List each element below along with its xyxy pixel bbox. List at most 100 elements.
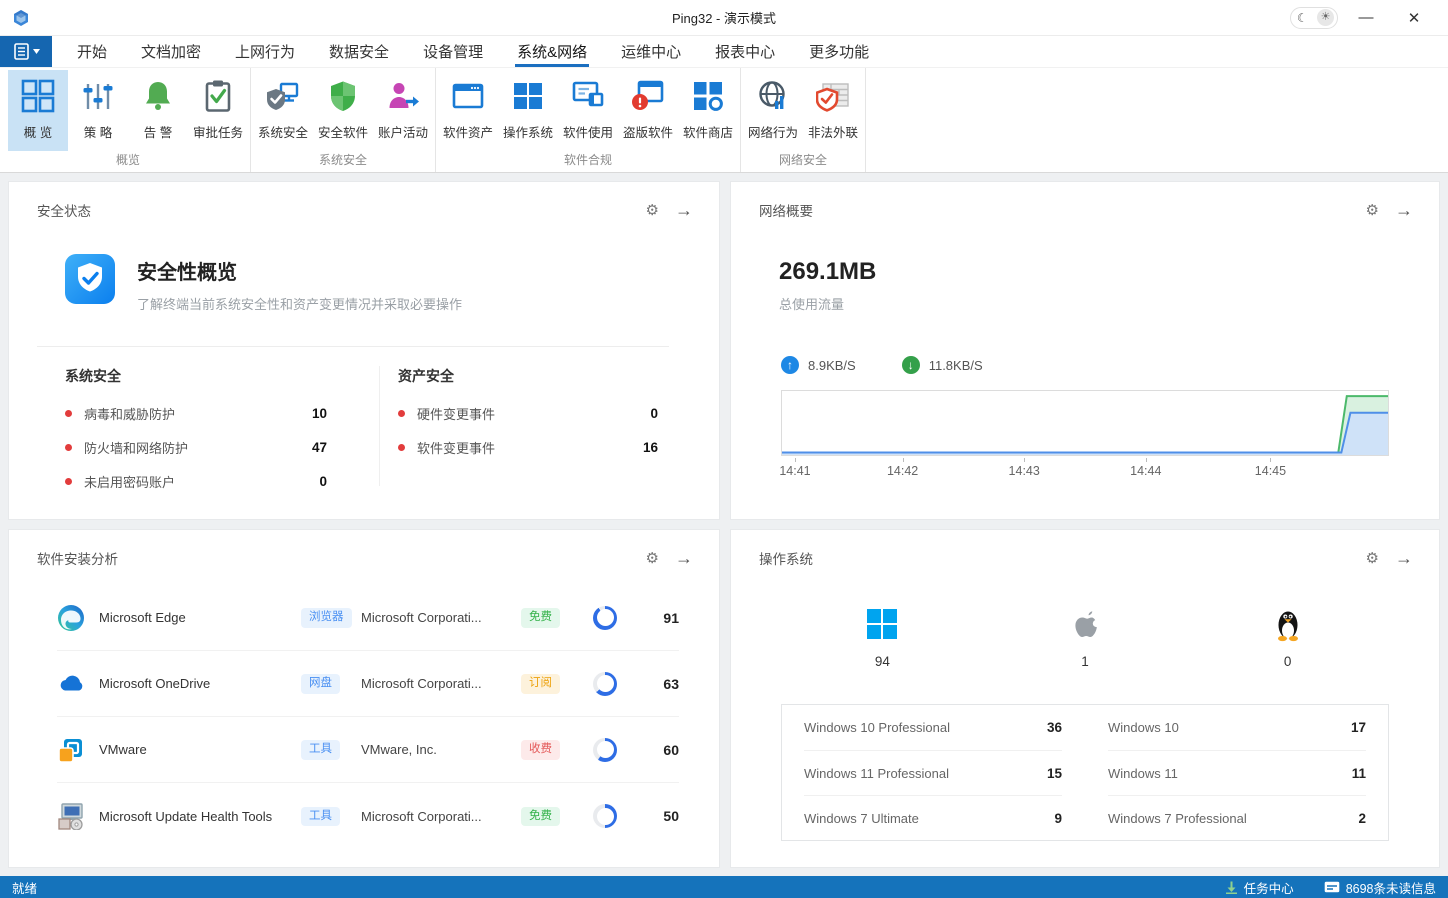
pirated-software-warning-icon <box>631 79 665 113</box>
table-row[interactable]: Windows 7 Ultimate 9 <box>804 795 1062 840</box>
chart-x-axis: 14:4114:4214:4314:4414:45 <box>781 458 1389 480</box>
ribbon-item-label: 系统安全 <box>258 122 308 141</box>
theme-toggle[interactable]: ☾ ☀ <box>1290 7 1338 29</box>
arrow-right-icon[interactable]: → <box>675 549 693 567</box>
os-summary-linux: 0 <box>1186 606 1389 669</box>
price-badge: 免费 <box>521 807 560 827</box>
vendor: VMware, Inc. <box>361 742 521 757</box>
section-title: 资产安全 <box>398 366 658 386</box>
tab-web-behavior[interactable]: 上网行为 <box>218 36 312 67</box>
list-item[interactable]: 软件变更事件 16 <box>398 430 658 464</box>
ribbon-item-alerts[interactable]: 告 警 <box>128 70 188 151</box>
software-row-vmware[interactable]: VMware 工具 VMware, Inc. 收费 60 <box>57 717 679 783</box>
os-count: 1 <box>1081 654 1089 669</box>
tab-more-features[interactable]: 更多功能 <box>792 36 886 67</box>
total-traffic-label: 总使用流量 <box>779 294 844 313</box>
category-badge: 浏览器 <box>301 608 352 628</box>
tab-system-network[interactable]: 系统&网络 <box>500 36 604 67</box>
chevron-down-icon <box>33 49 40 54</box>
ribbon-tabs: 开始 文档加密 上网行为 数据安全 设备管理 系统&网络 运维中心 报表中心 更… <box>60 36 886 67</box>
panel-title: 安全状态 <box>37 200 91 220</box>
divider <box>379 366 380 486</box>
ribbon-item-system-security[interactable]: 系统安全 <box>253 70 313 151</box>
ribbon-item-software-asset[interactable]: 软件资产 <box>438 70 498 151</box>
panel-software-analysis: 软件安装分析 ⚙ → <box>8 529 720 868</box>
software-row-onedrive[interactable]: Microsoft OneDrive 网盘 Microsoft Corporat… <box>57 651 679 717</box>
score-ring <box>593 738 617 762</box>
ribbon-item-network-behavior[interactable]: 网络行为 <box>743 70 803 151</box>
ribbon-item-illegal-connection[interactable]: 非法外联 <box>803 70 863 151</box>
alert-bell-icon <box>141 79 175 113</box>
bullet-dot-icon <box>65 410 72 417</box>
security-overview-shield-icon <box>65 254 115 304</box>
ribbon-item-security-software[interactable]: 安全软件 <box>313 70 373 151</box>
unread-messages-button[interactable]: 8698条未读信息 <box>1324 878 1436 897</box>
software-row-edge[interactable]: Microsoft Edge 浏览器 Microsoft Corporati..… <box>57 585 679 651</box>
category-badge: 网盘 <box>301 674 340 694</box>
table-row[interactable]: Windows 11 11 <box>1108 750 1366 795</box>
axis-tick-label: 14:45 <box>1255 464 1286 478</box>
bullet-dot-icon <box>398 444 405 451</box>
arrow-right-icon[interactable]: → <box>675 201 693 219</box>
tab-report-center[interactable]: 报表中心 <box>698 36 792 67</box>
window-title: Ping32 - 演示模式 <box>0 8 1448 27</box>
ribbon-item-software-store[interactable]: 软件商店 <box>678 70 738 151</box>
gear-icon[interactable]: ⚙ <box>646 203 659 218</box>
dashboard: 安全状态 ⚙ → 安全性概览 了解终端当前系统安全性和资产变更情况并采取必要操作 <box>0 173 1448 876</box>
list-item[interactable]: 防火墙和网络防护 47 <box>65 430 327 464</box>
ribbon-item-account-activity[interactable]: 账户活动 <box>373 70 433 151</box>
ribbon-item-pirated-software[interactable]: 盗版软件 <box>618 70 678 151</box>
tab-device-management[interactable]: 设备管理 <box>406 36 500 67</box>
ribbon-group-label: 软件合规 <box>438 151 738 172</box>
ribbon-group-system-security: 系统安全 安全软件 账户活动 系统安全 <box>251 68 436 172</box>
ribbon-item-software-usage[interactable]: 软件使用 <box>558 70 618 151</box>
tab-ops-center[interactable]: 运维中心 <box>604 36 698 67</box>
ribbon-item-approval-tasks[interactable]: 审批任务 <box>188 70 248 151</box>
network-traffic-chart[interactable] <box>781 390 1389 456</box>
total-traffic-value: 269.1MB <box>779 258 876 286</box>
ribbon-item-operating-system[interactable]: 操作系统 <box>498 70 558 151</box>
moon-icon: ☾ <box>1294 12 1308 24</box>
divider <box>37 346 669 347</box>
task-center-button[interactable]: 任务中心 <box>1225 878 1294 897</box>
tab-start[interactable]: 开始 <box>60 36 124 67</box>
file-menu-icon <box>13 43 30 60</box>
tab-data-security[interactable]: 数据安全 <box>312 36 406 67</box>
ribbon-group-label: 系统安全 <box>253 151 433 172</box>
price-badge: 收费 <box>521 740 560 760</box>
gear-icon[interactable]: ⚙ <box>1366 551 1379 566</box>
panel-title: 网络概要 <box>759 200 813 220</box>
table-row[interactable]: Windows 10 Professional 36 <box>804 705 1062 750</box>
gear-icon[interactable]: ⚙ <box>646 551 659 566</box>
bullet-dot-icon <box>398 410 405 417</box>
panel-title: 操作系统 <box>759 548 813 568</box>
list-item[interactable]: 未启用密码账户 0 <box>65 464 327 498</box>
axis-tick-mark <box>1270 458 1271 462</box>
price-badge: 订阅 <box>521 674 560 694</box>
table-row[interactable]: Windows 11 Professional 15 <box>804 750 1062 795</box>
table-row[interactable]: Windows 10 17 <box>1108 705 1366 750</box>
tab-document-encryption[interactable]: 文档加密 <box>124 36 218 67</box>
minimize-button[interactable]: — <box>1346 4 1386 32</box>
arrow-right-icon[interactable]: → <box>1395 201 1413 219</box>
app-menu-button[interactable] <box>0 36 52 67</box>
gear-icon[interactable]: ⚙ <box>1366 203 1379 218</box>
ribbon-item-overview[interactable]: 概 览 <box>8 70 68 151</box>
ribbon-item-label: 非法外联 <box>808 122 858 141</box>
ribbon-item-label: 软件资产 <box>443 122 493 141</box>
axis-tick-label: 14:43 <box>1009 464 1040 478</box>
score-value: 60 <box>645 742 679 758</box>
os-summary-apple: 1 <box>984 606 1187 669</box>
ribbon-item-policy[interactable]: 策 略 <box>68 70 128 151</box>
list-item[interactable]: 硬件变更事件 0 <box>398 396 658 430</box>
software-row-update-health-tools[interactable]: Microsoft Update Health Tools 工具 Microso… <box>57 783 679 849</box>
table-row[interactable]: Windows 7 Professional 2 <box>1108 795 1366 840</box>
ribbon-group-overview: 概 览 策 略 告 警 <box>6 68 251 172</box>
list-item[interactable]: 病毒和威胁防护 10 <box>65 396 327 430</box>
ribbon-item-label: 账户活动 <box>378 122 428 141</box>
download-tray-icon <box>1225 881 1238 894</box>
close-button[interactable]: ✕ <box>1394 4 1434 32</box>
windows-logo-icon <box>865 607 899 641</box>
arrow-right-icon[interactable]: → <box>1395 549 1413 567</box>
ribbon-item-label: 盗版软件 <box>623 122 673 141</box>
